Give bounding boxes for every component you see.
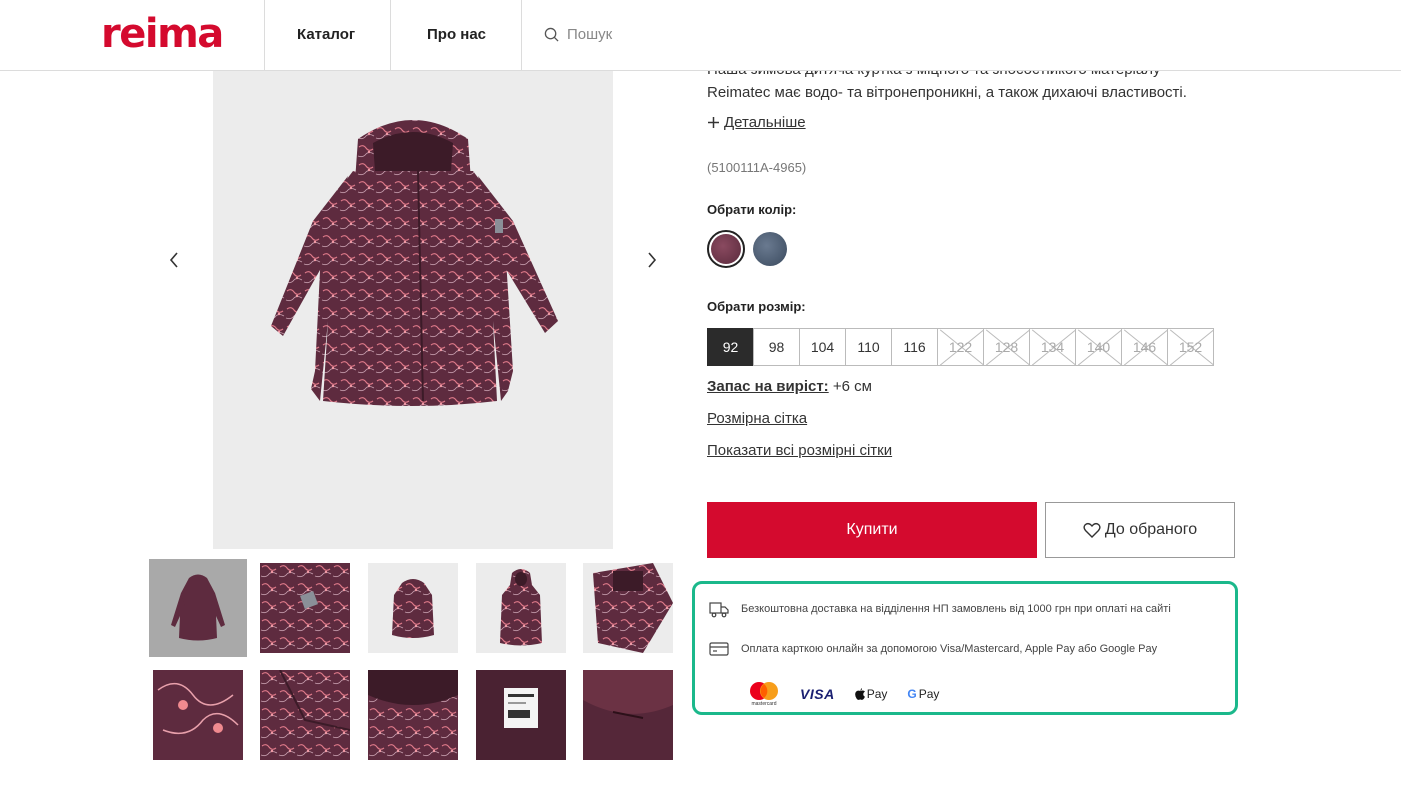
color-swatch-navy[interactable]: [753, 232, 787, 266]
all-size-charts-link[interactable]: Показати всі розмірні сітки: [707, 442, 892, 459]
size-option[interactable]: 110: [845, 328, 892, 366]
description-line-2: Reimatec має водо- та вітронепроникні, а…: [707, 84, 1187, 101]
details-link-label: Детальніше: [724, 114, 806, 131]
header-divider: [390, 0, 391, 70]
thumbnail-6[interactable]: [153, 670, 243, 760]
size-option-unavailable[interactable]: 146: [1121, 328, 1168, 366]
details-link[interactable]: Детальніше: [707, 114, 806, 131]
delivery-info: Безкоштовна доставка на відділення НП за…: [709, 600, 1171, 618]
nav-about[interactable]: Про нас: [427, 26, 486, 43]
main-product-image[interactable]: [213, 71, 613, 549]
buy-button[interactable]: Купити: [707, 502, 1037, 558]
size-option[interactable]: 92: [707, 328, 754, 366]
color-swatch-burgundy[interactable]: [707, 230, 745, 268]
heart-icon: [1083, 522, 1101, 538]
nav-catalog[interactable]: Каталог: [297, 26, 355, 43]
thumbnail-2[interactable]: [260, 563, 350, 653]
reima-logo[interactable]: reima: [101, 14, 224, 54]
google-g-icon: G: [907, 687, 917, 701]
chevron-left-icon: [169, 252, 178, 268]
header-divider: [264, 0, 265, 70]
thumbnail-3[interactable]: [368, 563, 458, 653]
growth-allowance: Запас на виріст: +6 см: [707, 378, 872, 395]
color-label: Обрати колір:: [707, 202, 797, 217]
size-option-unavailable[interactable]: 122: [937, 328, 984, 366]
growth-label[interactable]: Запас на виріст:: [707, 378, 829, 395]
growth-value: +6 см: [832, 378, 872, 395]
thumbnail-7[interactable]: [260, 670, 350, 760]
apple-pay-logo: Pay: [854, 687, 888, 701]
size-option[interactable]: 98: [753, 328, 800, 366]
thumbnail-10[interactable]: [583, 670, 673, 760]
site-header: reima Каталог Про нас Пошук: [0, 0, 1401, 71]
search-field[interactable]: Пошук: [544, 26, 612, 43]
favorite-button-label: До обраного: [1104, 521, 1198, 538]
google-pay-text: Pay: [918, 687, 940, 701]
credit-card-icon: [709, 642, 729, 656]
mastercard-text: mastercard: [751, 701, 777, 707]
size-option[interactable]: 104: [799, 328, 846, 366]
size-option-unavailable[interactable]: 128: [983, 328, 1030, 366]
size-option-unavailable[interactable]: 134: [1029, 328, 1076, 366]
size-label: Обрати розмір:: [707, 299, 806, 314]
search-icon: [544, 27, 559, 42]
apple-icon: [854, 688, 865, 700]
payment-logos: mastercard VISA Pay G Pay: [748, 681, 939, 707]
header-divider: [521, 0, 522, 70]
gallery-next-button[interactable]: [640, 248, 664, 272]
thumbnail-8[interactable]: [368, 670, 458, 760]
size-option[interactable]: 116: [891, 328, 938, 366]
product-sku: (5100111A-4965): [707, 160, 807, 175]
google-pay-logo: G Pay: [907, 687, 939, 701]
size-chart-link[interactable]: Розмірна сітка: [707, 410, 807, 427]
size-option-unavailable[interactable]: 152: [1167, 328, 1214, 366]
plus-icon: [708, 117, 719, 128]
thumbnail-9[interactable]: [476, 670, 566, 760]
search-placeholder: Пошук: [567, 26, 613, 43]
visa-logo: VISA: [800, 686, 835, 702]
add-to-favorites-button[interactable]: До обраного: [1045, 502, 1235, 558]
thumbnail-4[interactable]: [476, 563, 566, 653]
delivery-payment-info: Безкоштовна доставка на відділення НП за…: [692, 581, 1238, 715]
gallery-prev-button[interactable]: [162, 248, 186, 272]
truck-icon: [709, 602, 729, 618]
size-option-unavailable[interactable]: 140: [1075, 328, 1122, 366]
size-selector: 92 98 104 110 116 122 128 134 140 146 15…: [707, 328, 1214, 366]
payment-text: Оплата карткою онлайн за допомогою Visa/…: [741, 643, 1158, 655]
thumbnail-1[interactable]: [153, 563, 243, 653]
thumbnail-5[interactable]: [583, 563, 673, 653]
payment-info: Оплата карткою онлайн за допомогою Visa/…: [709, 641, 1157, 657]
mastercard-logo: mastercard: [748, 681, 780, 707]
chevron-right-icon: [648, 252, 657, 268]
delivery-text: Безкоштовна доставка на відділення НП за…: [741, 603, 1171, 615]
apple-pay-text: Pay: [866, 687, 888, 701]
jacket-image: [271, 120, 558, 406]
